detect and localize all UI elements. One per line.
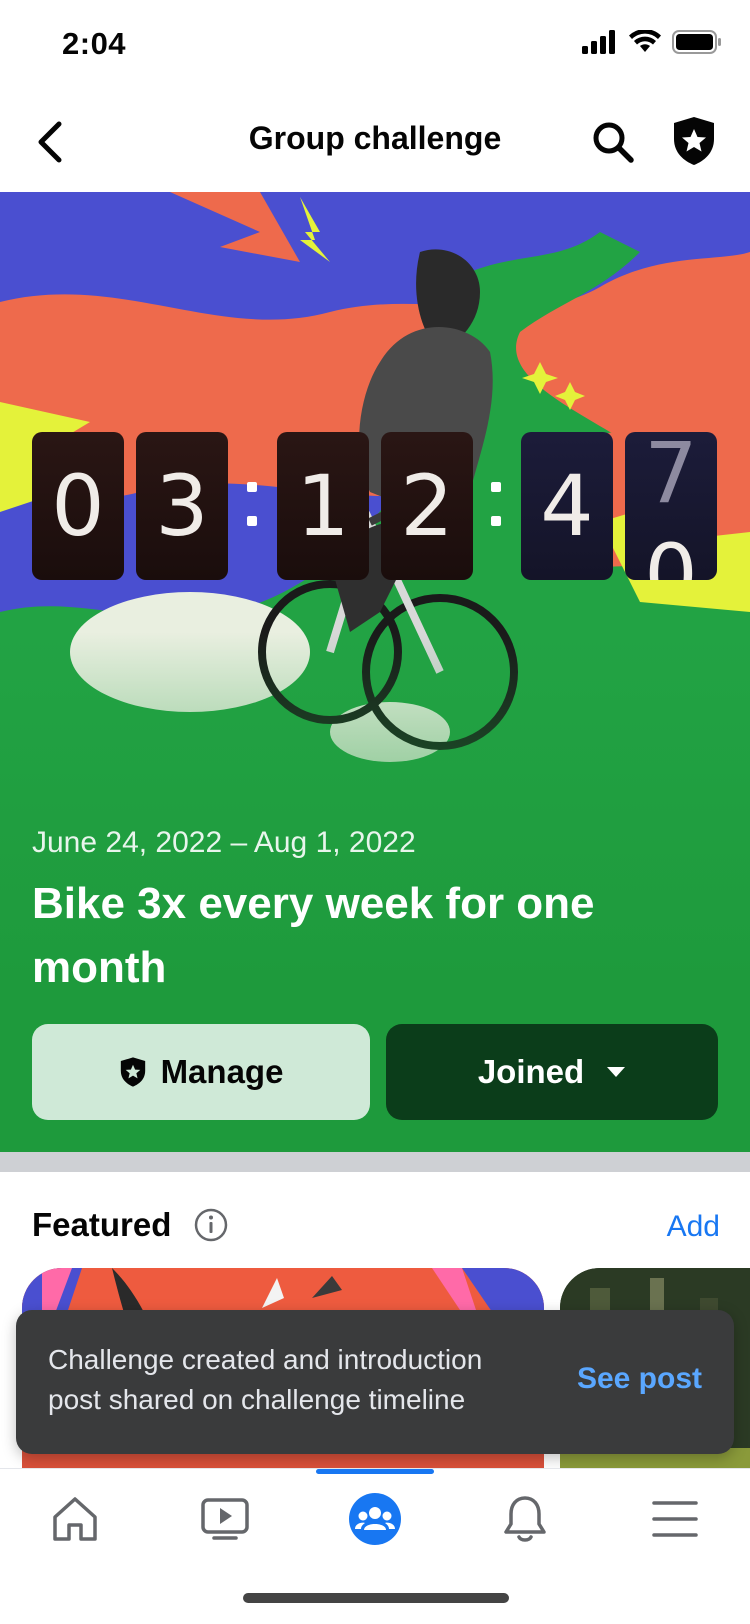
bell-icon — [504, 1496, 546, 1542]
add-featured-link[interactable]: Add — [667, 1210, 720, 1244]
home-indicator — [243, 1593, 509, 1603]
menu-icon — [652, 1501, 698, 1537]
countdown-digit: 4 — [521, 432, 613, 580]
see-post-button[interactable]: See post — [577, 1362, 702, 1396]
joined-button-label: Joined — [477, 1053, 585, 1090]
tab-watch[interactable] — [150, 1469, 300, 1569]
countdown-next-digit: 0 — [644, 526, 698, 580]
home-icon — [53, 1497, 97, 1541]
shield-star-icon — [674, 117, 714, 165]
tab-menu[interactable] — [600, 1469, 750, 1569]
challenge-hero: 0 3 1 2 4 7 0 June 24, 2022 – Aug 1, 202… — [0, 192, 750, 1152]
snackbar-message: Challenge created and introduction post … — [48, 1344, 483, 1415]
countdown-separator — [488, 474, 504, 544]
admin-tools-button[interactable] — [665, 110, 723, 172]
manage-button[interactable]: Manage — [32, 1024, 370, 1120]
countdown-digit-rolling: 7 0 — [625, 432, 717, 580]
caret-down-icon — [607, 1067, 626, 1077]
status-bar: 2:04 — [0, 0, 750, 92]
featured-title: Featured — [32, 1206, 172, 1243]
wifi-icon — [629, 30, 661, 52]
status-time: 2:04 — [62, 26, 127, 61]
section-divider — [0, 1152, 750, 1172]
countdown-timer: 0 3 1 2 4 7 0 — [32, 432, 722, 582]
snackbar: Challenge created and introduction post … — [16, 1310, 734, 1454]
countdown-digit: 2 — [381, 432, 473, 580]
groups-icon — [349, 1493, 401, 1545]
countdown-digit: 7 — [644, 432, 698, 522]
countdown-digit: 1 — [277, 432, 369, 580]
shield-star-icon — [120, 1057, 145, 1087]
challenge-title: Bike 3x every week for one month — [32, 879, 595, 992]
countdown-digit: 0 — [32, 432, 124, 580]
signal-icon — [582, 30, 615, 54]
tab-home[interactable] — [0, 1469, 150, 1569]
tab-groups[interactable] — [300, 1469, 450, 1569]
manage-button-label: Manage — [160, 1053, 284, 1090]
countdown-separator — [244, 474, 260, 544]
search-icon — [593, 122, 634, 163]
video-icon — [201, 1498, 249, 1540]
battery-icon — [672, 30, 721, 54]
countdown-digit: 3 — [136, 432, 228, 580]
nav-header: Group challenge — [0, 92, 750, 192]
tab-notifications[interactable] — [450, 1469, 600, 1569]
info-icon[interactable] — [194, 1208, 228, 1242]
status-icons — [582, 30, 722, 54]
joined-button[interactable]: Joined — [386, 1024, 718, 1120]
search-button[interactable] — [585, 114, 641, 170]
challenge-dates: June 24, 2022 – Aug 1, 2022 — [32, 826, 416, 859]
